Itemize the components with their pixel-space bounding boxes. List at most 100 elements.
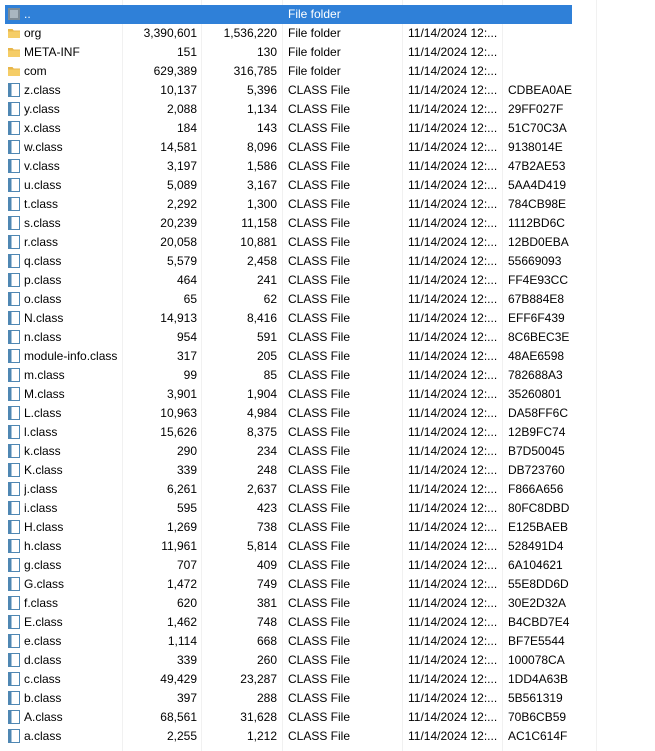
crc-value: DB723760 — [508, 463, 565, 477]
packed-size: 234 — [256, 444, 277, 458]
file-row[interactable]: f.class 620 381 CLASS File 11/14/2024 12:...… — [0, 594, 655, 613]
file-row[interactable]: s.class 20,239 11,158 CLASS File 11/14/2024 … — [0, 214, 655, 233]
file-row[interactable]: c.class 49,429 23,287 CLASS File 11/14/2024 … — [0, 670, 655, 689]
file-row[interactable]: org 3,390,601 1,536,220 File folder 11/14/20… — [0, 24, 655, 43]
packed-size: 668 — [256, 634, 277, 648]
file-row[interactable]: i.class 595 423 CLASS File 11/14/2024 12:...… — [0, 499, 655, 518]
file-size: 3,901 — [166, 387, 197, 401]
modified-date: 11/14/2024 12:... — [408, 444, 498, 458]
file-icon — [7, 577, 21, 591]
file-row[interactable]: com 629,389 316,785 File folder 11/14/2024 1… — [0, 62, 655, 81]
file-row[interactable]: r.class 20,058 10,881 CLASS File 11/14/2024 … — [0, 233, 655, 252]
file-icon — [7, 615, 21, 629]
modified-date: 11/14/2024 12:... — [408, 387, 498, 401]
parent-folder-icon — [7, 7, 21, 21]
file-icon — [7, 330, 21, 344]
file-name: A.class — [24, 710, 63, 724]
crc-value: 782688A3 — [508, 368, 563, 382]
file-row[interactable]: g.class 707 409 CLASS File 11/14/2024 12:...… — [0, 556, 655, 575]
file-name: H.class — [24, 520, 64, 534]
file-type: CLASS File — [288, 577, 351, 591]
crc-value — [508, 5, 588, 24]
file-row[interactable]: z.class 10,137 5,396 CLASS File 11/14/2024 1… — [0, 81, 655, 100]
crc-value: B4CBD7E4 — [508, 615, 570, 629]
file-row[interactable]: w.class 14,581 8,096 CLASS File 11/14/2024 1… — [0, 138, 655, 157]
file-row[interactable]: k.class 290 234 CLASS File 11/14/2024 12:...… — [0, 442, 655, 461]
file-name: com — [24, 64, 47, 78]
packed-size: 11,158 — [241, 216, 277, 230]
file-row[interactable]: META-INF 151 130 File folder 11/14/2024 12:.… — [0, 43, 655, 62]
crc-value: 5B561319 — [508, 691, 563, 705]
file-type: CLASS File — [288, 672, 351, 686]
file-type: CLASS File — [288, 273, 351, 287]
packed-size — [204, 5, 277, 24]
file-type: CLASS File — [288, 292, 351, 306]
file-name: i.class — [24, 501, 58, 515]
file-row[interactable]: a.class 2,255 1,212 CLASS File 11/14/2024 12… — [0, 727, 655, 746]
modified-date: 11/14/2024 12:... — [408, 558, 498, 572]
file-row[interactable]: E.class 1,462 748 CLASS File 11/14/2024 12:.… — [0, 613, 655, 632]
modified-date: 11/14/2024 12:... — [408, 596, 498, 610]
file-row[interactable]: n.class 954 591 CLASS File 11/14/2024 12:...… — [0, 328, 655, 347]
file-row[interactable]: .. File folder — [0, 5, 655, 24]
file-type: CLASS File — [288, 691, 351, 705]
file-name: x.class — [24, 121, 61, 135]
file-size: 5,089 — [166, 178, 197, 192]
file-row[interactable]: o.class 65 62 CLASS File 11/14/2024 12:... 67… — [0, 290, 655, 309]
crc-value: 12B9FC74 — [508, 425, 566, 439]
file-name: org — [24, 26, 42, 40]
file-row[interactable]: p.class 464 241 CLASS File 11/14/2024 12:...… — [0, 271, 655, 290]
file-icon — [7, 102, 21, 116]
file-icon — [7, 387, 21, 401]
packed-size: 749 — [256, 577, 277, 591]
modified-date: 11/14/2024 12:... — [408, 482, 498, 496]
file-icon — [7, 368, 21, 382]
file-row[interactable]: l.class 15,626 8,375 CLASS File 11/14/2024 1… — [0, 423, 655, 442]
file-row[interactable]: N.class 14,913 8,416 CLASS File 11/14/2024 1… — [0, 309, 655, 328]
file-name: l.class — [24, 425, 58, 439]
modified-date: 11/14/2024 12:... — [408, 330, 498, 344]
file-name: E.class — [24, 615, 63, 629]
file-type: CLASS File — [288, 634, 351, 648]
file-icon — [7, 254, 21, 268]
modified-date: 11/14/2024 12:... — [408, 463, 498, 477]
file-row[interactable]: H.class 1,269 738 CLASS File 11/14/2024 12:.… — [0, 518, 655, 537]
file-row[interactable]: module-info.class 317 205 CLASS File 11/14/2… — [0, 347, 655, 366]
file-row[interactable]: K.class 339 248 CLASS File 11/14/2024 12:...… — [0, 461, 655, 480]
file-row[interactable]: b.class 397 288 CLASS File 11/14/2024 12:...… — [0, 689, 655, 708]
file-row[interactable]: e.class 1,114 668 CLASS File 11/14/2024 12:.… — [0, 632, 655, 651]
file-icon — [7, 520, 21, 534]
file-name: b.class — [24, 691, 62, 705]
crc-value: AC1C614F — [508, 729, 568, 743]
file-row[interactable]: M.class 3,901 1,904 CLASS File 11/14/2024 12… — [0, 385, 655, 404]
file-row[interactable]: A.class 68,561 31,628 CLASS File 11/14/2024 … — [0, 708, 655, 727]
file-size: 2,292 — [166, 197, 197, 211]
folder-icon — [7, 45, 21, 59]
file-row[interactable]: u.class 5,089 3,167 CLASS File 11/14/2024 12… — [0, 176, 655, 195]
packed-size: 4,984 — [246, 406, 277, 420]
packed-size: 2,637 — [246, 482, 277, 496]
file-type: CLASS File — [288, 444, 351, 458]
file-row[interactable]: d.class 339 260 CLASS File 11/14/2024 12:...… — [0, 651, 655, 670]
modified-date: 11/14/2024 12:... — [408, 26, 498, 40]
file-row[interactable]: x.class 184 143 CLASS File 11/14/2024 12:...… — [0, 119, 655, 138]
file-size: 339 — [176, 653, 197, 667]
file-row[interactable]: t.class 2,292 1,300 CLASS File 11/14/2024 12… — [0, 195, 655, 214]
file-row[interactable]: G.class 1,472 749 CLASS File 11/14/2024 12:.… — [0, 575, 655, 594]
file-row[interactable]: j.class 6,261 2,637 CLASS File 11/14/2024 12… — [0, 480, 655, 499]
file-row[interactable]: q.class 5,579 2,458 CLASS File 11/14/2024 12… — [0, 252, 655, 271]
file-row[interactable]: L.class 10,963 4,984 CLASS File 11/14/2024 1… — [0, 404, 655, 423]
file-size: 10,137 — [160, 83, 197, 97]
modified-date: 11/14/2024 12:... — [408, 368, 498, 382]
file-row[interactable]: y.class 2,088 1,134 CLASS File 11/14/2024 12… — [0, 100, 655, 119]
file-name: .. — [24, 7, 31, 21]
file-icon — [7, 729, 21, 743]
packed-size: 1,212 — [246, 729, 277, 743]
file-icon — [7, 406, 21, 420]
file-row[interactable]: h.class 11,961 5,814 CLASS File 11/14/2024 1… — [0, 537, 655, 556]
file-row[interactable]: m.class 99 85 CLASS File 11/14/2024 12:... 78… — [0, 366, 655, 385]
file-icon — [7, 672, 21, 686]
packed-size: 1,300 — [246, 197, 277, 211]
file-row[interactable]: v.class 3,197 1,586 CLASS File 11/14/2024 12… — [0, 157, 655, 176]
crc-value: E125BAEB — [508, 520, 569, 534]
